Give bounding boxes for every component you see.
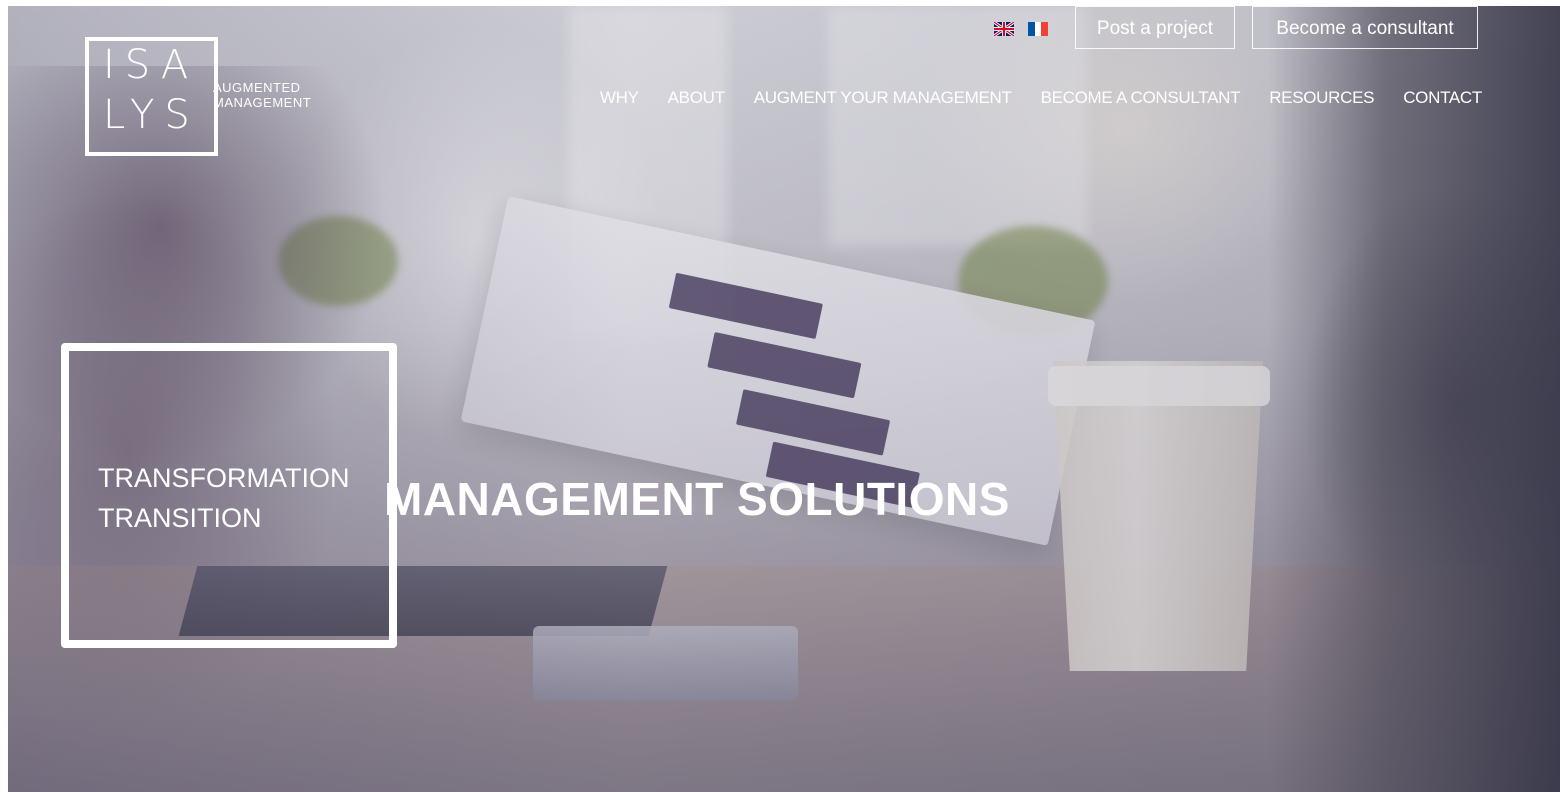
- fr-flag-icon[interactable]: [1028, 22, 1049, 36]
- hero-subtitle-line-2: TRANSITION: [98, 503, 262, 533]
- nav-item-contact[interactable]: CONTACT: [1403, 88, 1482, 108]
- hero-subtitle-line-1: TRANSFORMATION: [98, 463, 350, 493]
- hero-title: MANAGEMENT SOLUTIONS: [384, 473, 1010, 525]
- hero-subtitle: TRANSFORMATION TRANSITION: [98, 458, 350, 538]
- logo-tagline: AUGMENTED MANAGEMENT: [213, 80, 311, 110]
- site-logo[interactable]: ISA LYS: [85, 37, 218, 156]
- uk-flag-icon[interactable]: [994, 22, 1014, 36]
- post-project-button[interactable]: Post a project: [1075, 6, 1235, 49]
- language-switcher: [994, 22, 1049, 36]
- nav-item-about[interactable]: ABOUT: [668, 88, 725, 108]
- logo-tagline-line-2: MANAGEMENT: [213, 95, 312, 110]
- main-nav: WHY ABOUT AUGMENT YOUR MANAGEMENT BECOME…: [600, 88, 1482, 108]
- nav-item-augment-your-management[interactable]: AUGMENT YOUR MANAGEMENT: [754, 88, 1012, 108]
- nav-item-become-a-consultant[interactable]: BECOME A CONSULTANT: [1041, 88, 1241, 108]
- hero-section: ISA LYS AUGMENTED MANAGEMENT Post a proj…: [8, 6, 1560, 792]
- nav-item-resources[interactable]: RESOURCES: [1269, 88, 1374, 108]
- become-consultant-button[interactable]: Become a consultant: [1252, 6, 1478, 49]
- logo-line-1: ISA: [103, 42, 199, 88]
- nav-item-why[interactable]: WHY: [600, 88, 639, 108]
- logo-tagline-line-1: AUGMENTED: [213, 80, 301, 95]
- logo-line-2: LYS: [103, 92, 200, 138]
